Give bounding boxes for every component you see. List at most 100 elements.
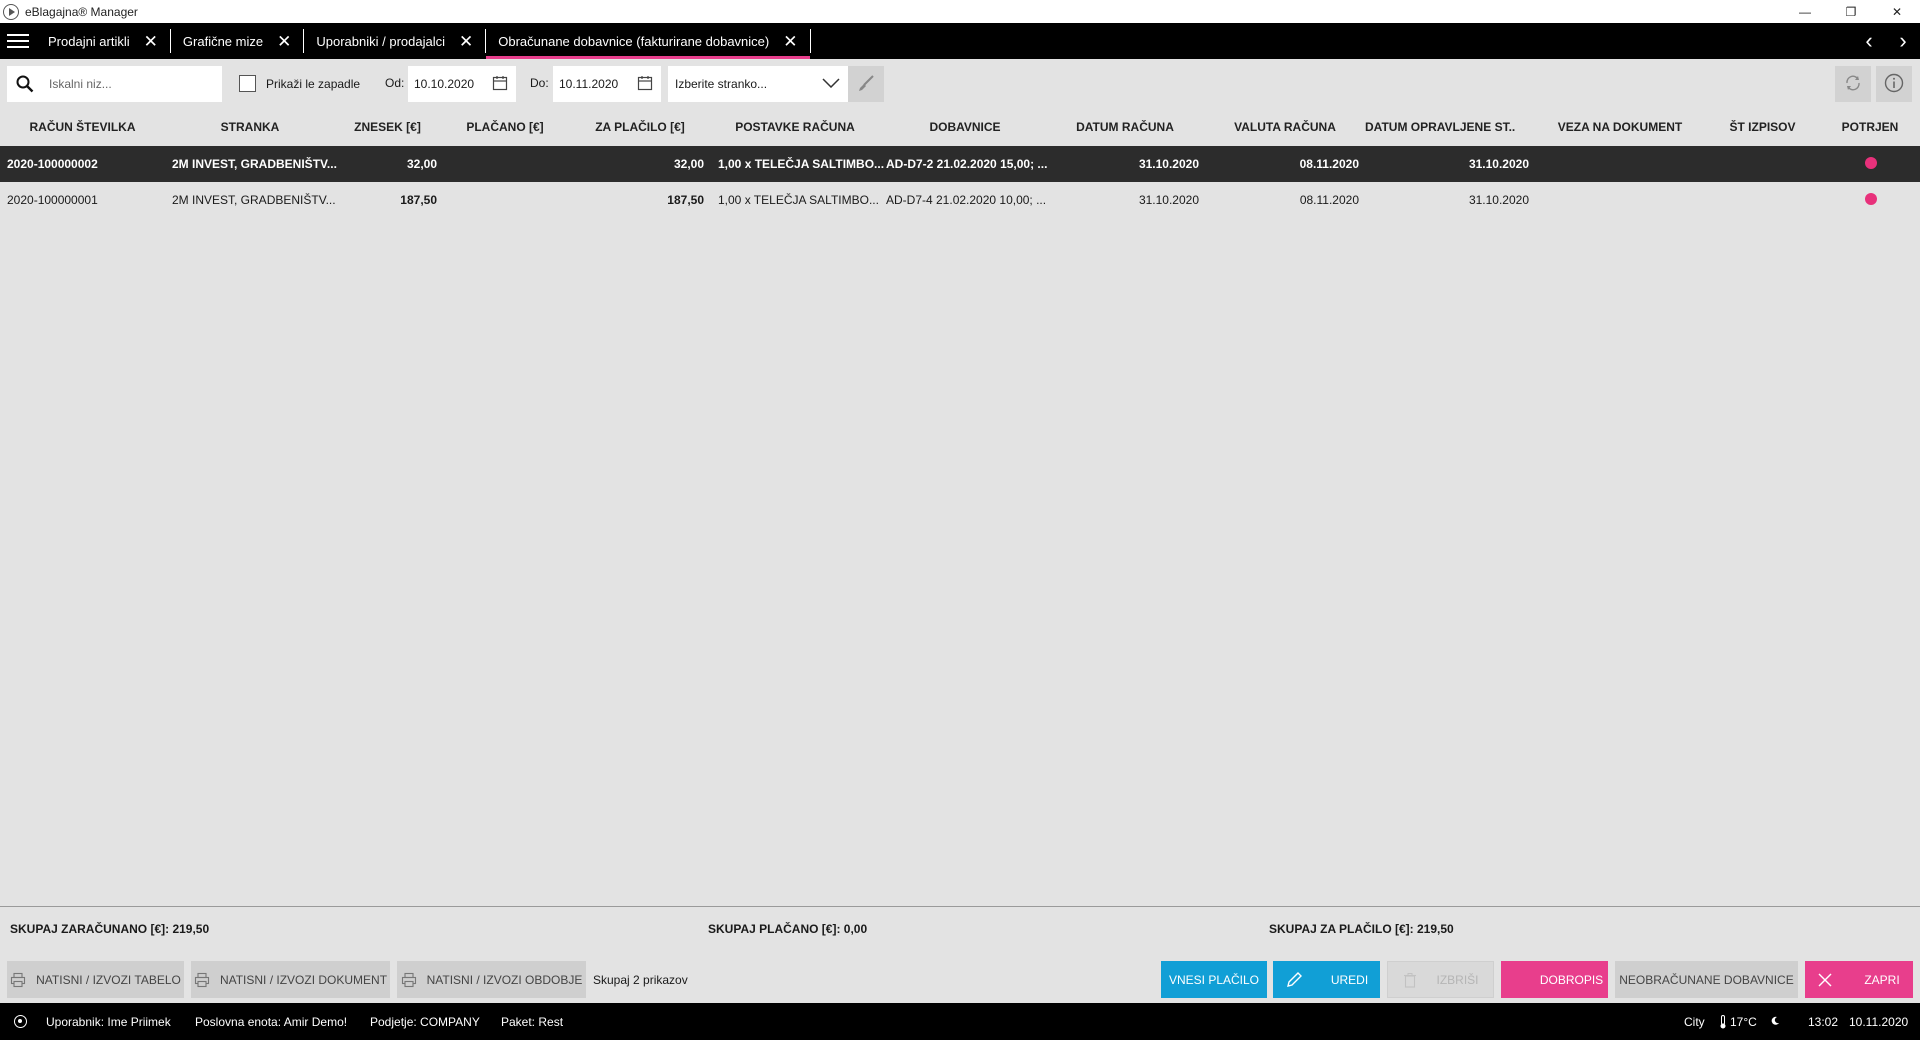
cell-to-pay: 32,00 [673,157,704,171]
print-document-button[interactable]: NATISNI / IZVOZI DOKUMENT [191,961,390,998]
cell-customer: 2M INVEST, GRADBENIŠTV... [172,193,336,207]
close-icon[interactable]: ✕ [783,33,797,50]
menu-icon[interactable] [0,23,36,59]
search-input[interactable] [49,77,219,91]
chevron-right-icon[interactable]: › [1886,23,1920,59]
cell-amount: 187,50 [400,193,437,207]
delete-button[interactable]: IZBRIŠI [1387,961,1494,998]
tab-label: Uporabniki / prodajalci [316,33,445,49]
column-header[interactable]: ZNESEK [€] [345,120,430,134]
cell-invoice-date: 31.10.2020 [1138,157,1199,171]
status-user: Uporabnik: Ime Priimek [46,1015,171,1029]
info-icon [1884,73,1904,96]
column-header[interactable]: VEZA NA DOKUMENT [1545,120,1695,134]
close-button[interactable]: ZAPRI [1805,961,1913,998]
title-bar: eBlagajna® Manager — ❐ ✕ [0,0,1920,23]
edit-button[interactable]: UREDI [1273,961,1380,998]
chevron-down-icon [822,77,840,91]
tab-label: Grafične mize [182,33,264,49]
info-button[interactable] [1876,66,1912,102]
status-time: 13:02 [1808,1015,1839,1029]
cell-due-date: 08.11.2020 [1299,157,1359,171]
column-header[interactable]: ZA PLAČILO [€] [580,120,700,134]
column-header[interactable]: VALUTA RAČUNA [1220,120,1350,134]
credit-note-label: DOBROPIS [1539,972,1604,987]
customer-select[interactable]: Izberite stranko... [668,66,848,102]
close-icon[interactable]: ✕ [277,33,291,50]
overdue-filter[interactable]: Prikaži le zapadle [239,75,360,92]
window-controls: — ❐ ✕ [1782,0,1920,23]
thermometer-icon [1719,1015,1727,1032]
close-icon[interactable]: ✕ [144,33,158,50]
status-bar: Uporabnik: Ime Priimek Poslovna enota: A… [0,1003,1920,1040]
uninvoiced-notes-button[interactable]: NEOBRAČUNANE DOBAVNICE [1615,961,1798,998]
cell-amount: 32,00 [406,157,437,171]
tab-graficne-mize[interactable]: Grafične mize ✕ [171,29,305,53]
tab-obracunane-dobavnice[interactable]: Obračunane dobavnice (fakturirane dobavn… [486,29,811,59]
column-header[interactable]: STRANKA [170,120,330,134]
column-header[interactable]: RAČUN ŠTEVILKA [0,120,165,134]
printer-icon [194,972,210,988]
close-window-button[interactable]: ✕ [1874,0,1920,23]
window-title: eBlagajna® Manager [25,4,138,19]
column-header[interactable]: ŠT IZPISOV [1710,120,1815,134]
cell-to-pay: 187,50 [667,193,704,207]
table-row[interactable]: 2020-100000001 2M INVEST, GRADBENIŠTV...… [0,182,1920,218]
printer-icon [10,972,26,988]
cell-customer: 2M INVEST, GRADBENIŠTV... [172,157,337,171]
restore-button[interactable]: ❐ [1828,0,1874,23]
enter-payment-button[interactable]: VNESI PLAČILO [1161,961,1267,998]
column-header[interactable]: POTRJEN [1830,120,1910,134]
column-header[interactable]: DATUM OPRAVLJENE ST... [1365,120,1515,134]
weather-temperature: 17°C [1730,1015,1757,1029]
minimize-button[interactable]: — [1782,0,1828,23]
print-table-button[interactable]: NATISNI / IZVOZI TABELO [7,961,184,998]
tab-label: Prodajni artikli [48,33,130,49]
column-header[interactable]: POSTAVKE RAČUNA [715,120,875,134]
column-header[interactable]: PLAČANO [€] [450,120,560,134]
clear-filter-button[interactable] [848,66,884,102]
brush-icon [856,73,876,96]
refresh-button[interactable] [1835,66,1871,102]
from-date-field[interactable]: 10.10.2020 [408,66,516,102]
close-label: ZAPRI [1864,972,1900,987]
delete-label: IZBRIŠI [1436,972,1479,987]
print-document-label: NATISNI / IZVOZI DOKUMENT [219,972,388,987]
cell-service-date: 31.10.2020 [1468,157,1529,171]
status-icon [14,1015,27,1028]
table-row[interactable]: 2020-100000002 2M INVEST, GRADBENIŠTV...… [0,146,1920,182]
calendar-icon[interactable] [492,75,508,94]
overdue-checkbox[interactable] [239,75,256,92]
close-icon[interactable]: ✕ [459,33,473,50]
column-header[interactable]: DATUM RAČUNA [1060,120,1190,134]
search-box [7,66,222,102]
tab-prodajni-artikli[interactable]: Prodajni artikli ✕ [36,29,171,53]
status-unit: Poslovna enota: Amir Demo! [195,1015,348,1029]
cell-invoice-date: 31.10.2020 [1138,193,1199,207]
to-date-field[interactable]: 10.11.2020 [553,66,661,102]
refresh-icon [1844,74,1862,95]
search-icon [7,75,43,93]
calendar-icon[interactable] [637,75,653,94]
cell-items: 1,00 x TELEČJA SALTIMBO... [718,157,885,171]
cell-number: 2020-100000001 [7,193,98,207]
filter-bar: Prikaži le zapadle Od: 10.10.2020 Do: 10… [0,59,1920,109]
cell-service-date: 31.10.2020 [1468,193,1529,207]
moon-icon [1770,1015,1780,1029]
print-period-button[interactable]: NATISNI / IZVOZI OBDOBJE [397,961,586,998]
print-table-label: NATISNI / IZVOZI TABELO [36,972,181,987]
cell-number: 2020-100000002 [7,157,98,171]
column-header[interactable]: DOBAVNICE [885,120,1045,134]
totals-bar: SKUPAJ ZARAČUNANO [€]: 219,50 SKUPAJ PLA… [0,922,1920,942]
weather-city: City [1684,1015,1705,1029]
action-bar: NATISNI / IZVOZI TABELO NATISNI / IZVOZI… [0,961,1920,998]
tab-uporabniki[interactable]: Uporabniki / prodajalci ✕ [304,29,487,53]
tab-label: Obračunane dobavnice (fakturirane dobavn… [498,33,770,49]
edit-label: UREDI [1330,972,1369,987]
chevron-left-icon[interactable]: ‹ [1852,23,1886,59]
enter-payment-label: VNESI PLAČILO [1168,972,1260,987]
customer-select-value: Izberite stranko... [675,77,768,91]
credit-note-button[interactable]: DOBROPIS [1501,961,1608,998]
total-paid: SKUPAJ PLAČANO [€]: 0,00 [708,922,868,936]
print-period-label: NATISNI / IZVOZI OBDOBJE [426,972,583,987]
